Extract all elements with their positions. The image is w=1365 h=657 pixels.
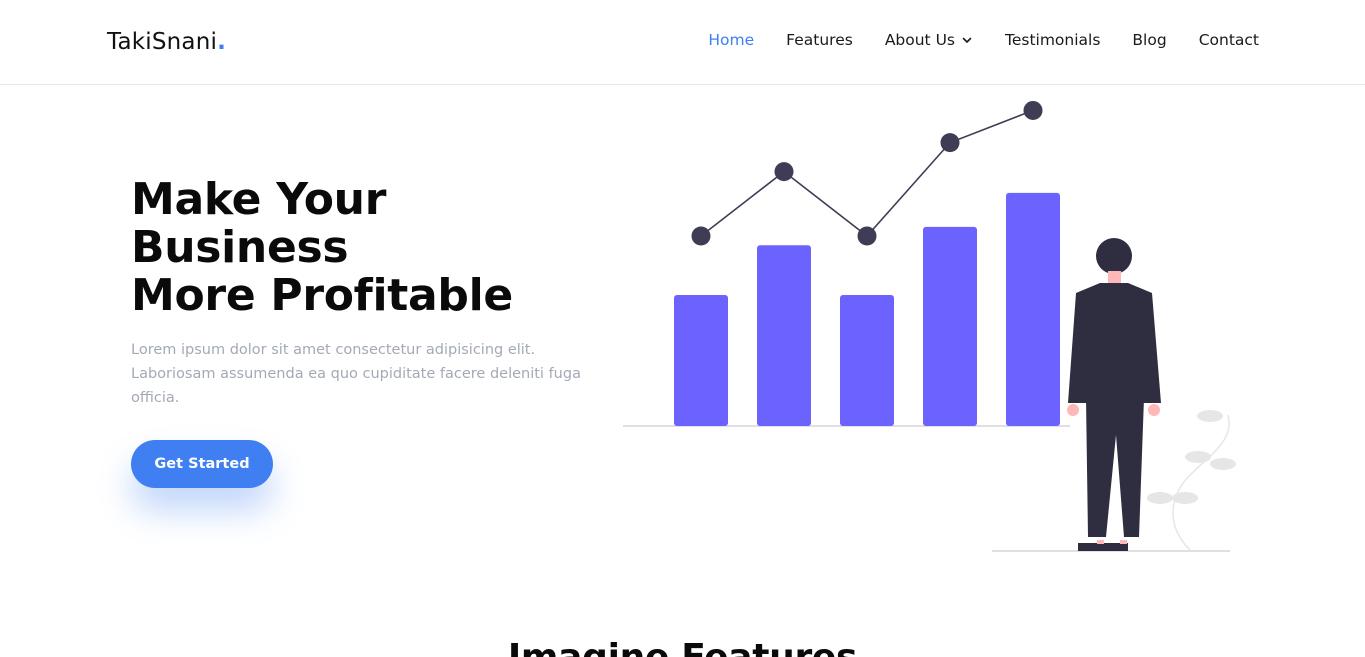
plant-illustration	[1147, 410, 1236, 551]
brand-name: TakiSnani	[107, 29, 218, 55]
nav-item-blog-label: Blog	[1132, 31, 1167, 49]
nav-item-features[interactable]: Features	[786, 31, 853, 49]
nav-item-home-label: Home	[708, 31, 755, 49]
person-illustration	[1067, 238, 1161, 551]
illustration-bar	[757, 245, 811, 426]
illustration-bar	[840, 295, 894, 426]
nav-item-contact[interactable]: Contact	[1199, 31, 1259, 49]
illustration-point	[691, 226, 711, 246]
illustration-bar	[923, 226, 977, 426]
illustration-point	[940, 133, 960, 153]
nav-item-home[interactable]: Home	[708, 31, 754, 49]
trend-line	[700, 109, 1034, 238]
get-started-button[interactable]: Get Started	[131, 440, 273, 488]
brand-logo[interactable]: TakiSnani.	[107, 29, 226, 55]
hero-title-line-3: More Profitable	[131, 270, 513, 321]
illustration-point	[774, 162, 794, 182]
hero-title: Make Your Business More Profitable	[131, 176, 601, 320]
illustration-point	[1023, 100, 1043, 120]
main-nav: Home Features About Us Testimonials Blog…	[708, 31, 1259, 49]
chevron-down-icon	[962, 37, 972, 43]
hero-title-line-1: Make Your	[131, 174, 387, 225]
features-section-title: Imagine Features	[0, 637, 1365, 657]
hero-section: Make Your Business More Profitable Lorem…	[131, 176, 601, 410]
nav-item-features-label: Features	[786, 31, 853, 49]
hero-title-line-2: Business	[131, 222, 349, 273]
illustration-point	[857, 226, 877, 246]
brand-dot: .	[217, 29, 227, 55]
illustration-points	[691, 100, 1043, 246]
nav-item-testimonials[interactable]: Testimonials	[1005, 31, 1100, 49]
navbar: TakiSnani. Home Features About Us Testim…	[0, 0, 1365, 85]
illustration-bar	[674, 295, 728, 426]
nav-item-about-us-label: About Us	[884, 31, 955, 49]
nav-item-about-us[interactable]: About Us	[885, 31, 973, 49]
nav-item-blog[interactable]: Blog	[1132, 31, 1166, 49]
nav-item-testimonials-label: Testimonials	[1005, 31, 1101, 49]
illustration-bar	[1006, 192, 1060, 426]
growth-chart-illustration	[623, 100, 1236, 552]
nav-item-contact-label: Contact	[1198, 31, 1259, 49]
hero-subtitle: Lorem ipsum dolor sit amet consectetur a…	[131, 342, 581, 406]
